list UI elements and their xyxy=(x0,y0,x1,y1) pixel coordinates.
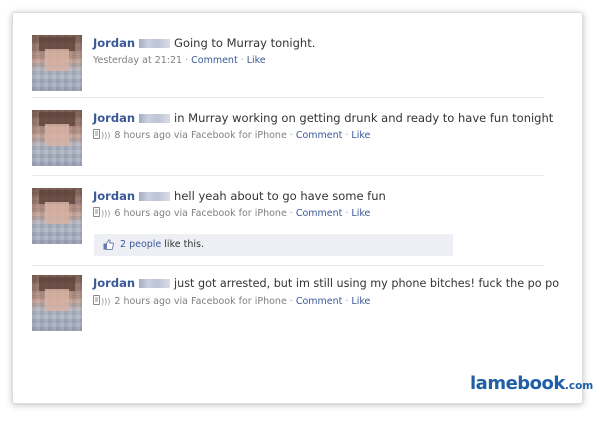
like-link[interactable]: Like xyxy=(351,296,370,307)
mobile-phone-icon xyxy=(93,295,100,305)
timestamp[interactable]: 6 hours ago xyxy=(114,208,170,219)
like-link[interactable]: Like xyxy=(351,130,370,141)
thumbs-up-icon xyxy=(103,239,114,250)
signal-waves-icon: ))) xyxy=(101,131,111,140)
comment-link[interactable]: Comment xyxy=(296,208,343,219)
status-text: just got arrested, but im still using my… xyxy=(174,277,560,290)
status-text: in Murray working on getting drunk and r… xyxy=(174,111,554,125)
signal-waves-icon: ))) xyxy=(101,297,111,306)
post-meta: ))) 2 hours ago via Facebook for iPhone · C… xyxy=(93,295,568,309)
avatar[interactable] xyxy=(32,110,82,166)
divider xyxy=(32,175,544,176)
via-source[interactable]: via Facebook for iPhone xyxy=(174,296,287,307)
author-name[interactable]: Jordan xyxy=(93,111,135,125)
status-text: Going to Murray tonight. xyxy=(174,36,316,50)
author-name[interactable]: Jordan xyxy=(93,36,135,50)
redacted-surname xyxy=(139,39,171,48)
likes-summary: 2 people like this. xyxy=(94,234,453,256)
likers-link[interactable]: 2 people xyxy=(120,239,161,250)
timestamp[interactable]: 2 hours ago xyxy=(114,296,170,307)
watermark-logo: lamebook.com xyxy=(470,373,593,394)
author-name[interactable]: Jordan xyxy=(93,189,135,203)
comment-link[interactable]: Comment xyxy=(296,130,343,141)
mobile-phone-icon xyxy=(93,129,100,139)
status-text: hell yeah about to go have some fun xyxy=(174,189,386,203)
divider xyxy=(32,97,544,98)
author-name[interactable]: Jordan xyxy=(93,276,135,290)
like-link[interactable]: Like xyxy=(351,208,370,219)
redacted-surname xyxy=(139,114,171,123)
avatar[interactable] xyxy=(32,275,82,331)
timestamp[interactable]: 8 hours ago xyxy=(114,130,170,141)
like-link[interactable]: Like xyxy=(247,55,266,66)
watermark-name: lamebook xyxy=(470,373,565,394)
via-source[interactable]: via Facebook for iPhone xyxy=(174,208,287,219)
signal-waves-icon: ))) xyxy=(101,209,111,218)
post-meta: ))) 6 hours ago via Facebook for iPhone · C… xyxy=(93,207,568,221)
post-meta: Yesterday at 21:21 · Comment · Like xyxy=(93,55,266,66)
likes-suffix: like this. xyxy=(164,239,204,250)
watermark-tld: .com xyxy=(564,380,594,392)
post-meta: ))) 8 hours ago via Facebook for iPhone · C… xyxy=(93,129,568,143)
divider xyxy=(32,265,544,266)
redacted-surname xyxy=(139,279,171,288)
timestamp[interactable]: Yesterday at 21:21 xyxy=(93,55,182,66)
feed-card: Jordan Going to Murray tonight. Yesterday… xyxy=(12,12,583,404)
comment-link[interactable]: Comment xyxy=(191,55,238,66)
avatar[interactable] xyxy=(32,35,82,91)
mobile-phone-icon xyxy=(93,207,100,217)
redacted-surname xyxy=(139,192,171,201)
avatar[interactable] xyxy=(32,188,82,244)
comment-link[interactable]: Comment xyxy=(296,296,343,307)
via-source[interactable]: via Facebook for iPhone xyxy=(174,130,287,141)
